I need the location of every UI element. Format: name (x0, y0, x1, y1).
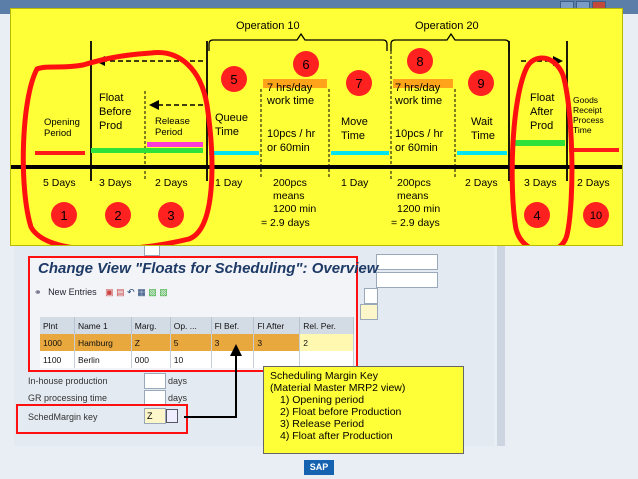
float-after-bar (511, 140, 565, 146)
timeline-diagram: Operation 10 Operation 20 Opening Period … (10, 8, 623, 254)
phase-label-op20-rate: 10pcs / hr or 60min (395, 128, 444, 154)
circle-9-label: 9 (477, 76, 484, 91)
phase-label-queue: Queue Time (215, 112, 248, 138)
duration-release: 2 Days (155, 177, 188, 189)
phase-label-opening: Opening Period (44, 117, 80, 139)
arrow-head (149, 100, 159, 110)
legend-item: 4) Float after Production (280, 430, 393, 442)
duration-op10: 200pcs means 1200 min = 2.9 days (261, 177, 316, 229)
circle-2-label: 2 (114, 208, 121, 223)
duration-queue: 1 Day (215, 177, 243, 189)
sap-logo: SAP (304, 460, 334, 475)
duration-opening: 5 Days (43, 177, 76, 189)
legend-item: 2) Float before Production (280, 406, 402, 418)
duration-wait: 2 Days (465, 177, 498, 189)
op20-brace (390, 32, 510, 51)
circle-8-label: 8 (416, 54, 423, 69)
phase-label-gr: Goods Receipt Process Time (573, 95, 604, 135)
opening-bar (35, 151, 85, 155)
release-bar (147, 142, 203, 147)
move-bar (331, 151, 389, 155)
circle-5-label: 5 (230, 72, 237, 87)
legend-box: Scheduling Margin Key (Material Master M… (263, 366, 464, 454)
op10-brace (208, 32, 388, 51)
queue-bar (209, 151, 259, 155)
phase-label-op20-work: 7 hrs/day work time (394, 82, 442, 107)
duration-float-before: 3 Days (99, 177, 132, 189)
legend-item: 1) Opening period (280, 394, 365, 406)
float-before-bar (91, 148, 203, 153)
timeline-svg: Operation 10 Operation 20 Opening Period … (11, 20, 622, 254)
duration-float-after: 3 Days (524, 177, 557, 189)
circle-1-label: 1 (60, 208, 67, 223)
legend-title: Scheduling Margin Key (270, 370, 378, 382)
duration-move: 1 Day (341, 177, 369, 189)
circle-3-label: 3 (167, 208, 174, 223)
circle-4-label: 4 (533, 208, 540, 223)
duration-op20: 200pcs means 1200 min = 2.9 days (391, 177, 440, 229)
phase-label-op10-rate: 10pcs / hr or 60min (267, 128, 316, 154)
circle-10-label: 10 (590, 210, 602, 222)
op20-label: Operation 20 (415, 20, 479, 32)
gr-bar (569, 148, 619, 152)
circle-6-label: 6 (302, 57, 309, 72)
wait-bar (457, 151, 507, 155)
legend-subtitle: (Material Master MRP2 view) (270, 382, 406, 394)
duration-gr: 2 Days (577, 177, 610, 189)
phase-label-release: Release Period (155, 116, 190, 138)
op10-label: Operation 10 (236, 20, 300, 32)
legend-item: 3) Release Period (280, 418, 365, 430)
phase-label-float-after: Float After Prod (530, 92, 554, 132)
circle-7-label: 7 (355, 76, 362, 91)
phase-label-move: Move Time (341, 116, 368, 142)
phase-label-wait: Wait Time (471, 116, 495, 142)
phase-label-float-before: Float Before Prod (99, 92, 131, 132)
phase-label-op10-work: 7 hrs/day work time (266, 82, 314, 107)
